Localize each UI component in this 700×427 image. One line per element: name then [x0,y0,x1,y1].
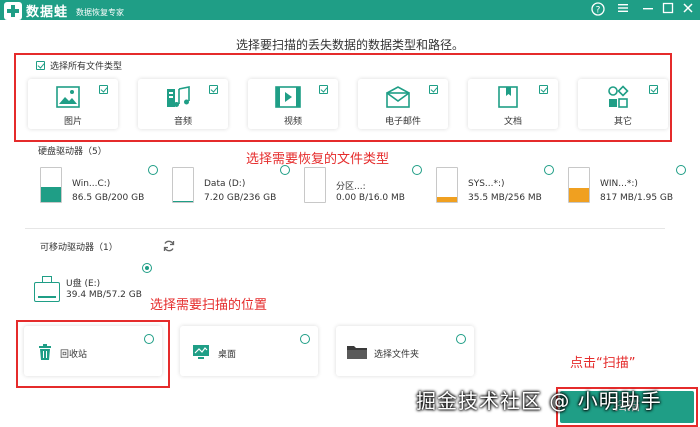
location-radio[interactable] [456,334,466,344]
folder-icon [347,346,367,359]
help-icon[interactable]: ? [590,2,606,18]
hard-drive-item[interactable]: Data (D:) 7.20 GB/236 GB [172,161,292,209]
file-type-label: 视频 [283,117,302,127]
drive-usage-fill [569,187,589,202]
usb-body [34,282,60,302]
drive-radio[interactable] [148,165,158,175]
drive-size: 0.00 B/16.0 MB [336,193,405,203]
hard-drive-item[interactable]: WIN...*:) 817 MB/1.95 GB [568,161,688,209]
drive-name: Win...C:) [72,179,111,189]
drive-radio[interactable] [280,165,290,175]
removable-drives-title: 可移动驱动器（1） [40,243,118,253]
drive-name: Data (D:) [204,179,246,189]
close-icon[interactable] [680,2,696,18]
audio-icon [167,86,190,107]
file-type-image[interactable]: 图片 [28,79,118,129]
drive-size: 35.5 MB/256 MB [468,193,542,203]
removable-drive-item[interactable]: U盘 (E:) 39.4 MB/57.2 GB [30,260,158,308]
drive-radio[interactable] [676,165,686,175]
location-label: 选择文件夹 [374,350,420,360]
hard-drive-item[interactable]: 分区...: 0.00 B/16.0 MB [304,161,424,209]
video-icon [275,86,301,108]
drive-usage-bar [436,167,458,203]
file-type-label: 其它 [613,117,632,127]
hard-drives-title: 硬盘驱动器（5） [38,147,107,157]
location-label: 桌面 [218,350,237,360]
file-type-label: 图片 [63,117,82,127]
drive-usage-bar [568,167,590,203]
instruction-text: 选择要扫描的丢失数据的数据类型和路径。 [235,38,464,52]
file-type-document[interactable]: 文档 [468,79,558,129]
minimize-icon[interactable] [640,2,656,18]
refresh-icon[interactable] [162,238,176,252]
desktop-icon [193,345,209,359]
file-type-email[interactable]: 电子邮件 [358,79,448,129]
drive-name: SYS...*:) [468,179,505,189]
video-checkbox[interactable] [319,85,328,94]
image-checkbox[interactable] [99,85,108,94]
location-radio[interactable] [300,334,310,344]
app-name: 数据蛙 [26,5,69,20]
document-checkbox[interactable] [539,85,548,94]
email-checkbox[interactable] [429,85,438,94]
location-desktop[interactable]: 桌面 [180,326,318,376]
select-all-label: 选择所有文件类型 [50,62,123,72]
drive-name: U盘 (E:) [66,279,101,289]
usb-usage-fill [38,296,56,298]
file-type-label: 文档 [503,117,522,127]
drive-name: 分区...: [336,182,366,192]
app-logo: 数据蛙 数据恢复专家 [4,1,124,20]
drive-size: 817 MB/1.95 GB [600,193,674,203]
recycle-bin-icon [39,344,51,360]
section-divider [25,228,665,229]
drive-radio[interactable] [544,165,554,175]
image-icon [56,86,80,108]
drive-size: 86.5 GB/200 GB [72,193,145,203]
menu-icon[interactable] [615,2,631,18]
drive-radio[interactable] [412,165,422,175]
app-subtitle: 数据恢复专家 [76,7,125,17]
document-icon [498,86,518,108]
drive-usage-fill [437,197,457,202]
annotation-scan: 点击“扫描” [570,356,636,371]
location-recycle-bin[interactable]: 回收站 [24,326,162,376]
logo-cross-icon [4,1,22,20]
file-type-other[interactable]: 其它 [578,79,668,129]
maximize-icon[interactable] [660,2,676,18]
drive-usage-bar [304,167,326,203]
select-all-checkbox[interactable] [36,61,45,70]
drive-usage-fill [173,200,193,202]
file-type-video[interactable]: 视频 [248,79,338,129]
annotation-location: 选择需要扫描的位置 [150,298,268,313]
title-bar: 数据蛙 数据恢复专家 ? [0,0,700,20]
hard-drive-item[interactable]: SYS...*:) 35.5 MB/256 MB [436,161,556,209]
file-type-label: 电子邮件 [384,117,421,127]
file-type-label: 音频 [173,117,192,127]
drive-usage-bar [40,167,62,203]
audio-checkbox[interactable] [209,85,218,94]
drive-size: 7.20 GB/236 GB [204,193,277,203]
drive-size: 39.4 MB/57.2 GB [66,290,142,300]
svg-text:?: ? [596,6,601,16]
removable-drive-radio[interactable] [142,263,152,273]
file-type-audio[interactable]: 音频 [138,79,228,129]
other-icon [608,85,629,108]
location-radio[interactable] [144,334,154,344]
other-checkbox[interactable] [649,85,658,94]
watermark-text: 掘金技术社区 @ 小明助手 [416,389,662,413]
drive-name: WIN...*:) [600,179,638,189]
location-label: 回收站 [60,350,88,360]
email-icon [386,86,410,108]
hard-drive-item[interactable]: Win...C:) 86.5 GB/200 GB [40,161,160,209]
drive-usage-fill [41,187,61,202]
file-type-panel: 选择所有文件类型 图片 音频 视频 电子邮件 文档 其它 [20,57,674,137]
location-choose-folder[interactable]: 选择文件夹 [336,326,474,376]
drive-usage-bar [172,167,194,203]
select-all-types[interactable]: 选择所有文件类型 [36,59,122,72]
